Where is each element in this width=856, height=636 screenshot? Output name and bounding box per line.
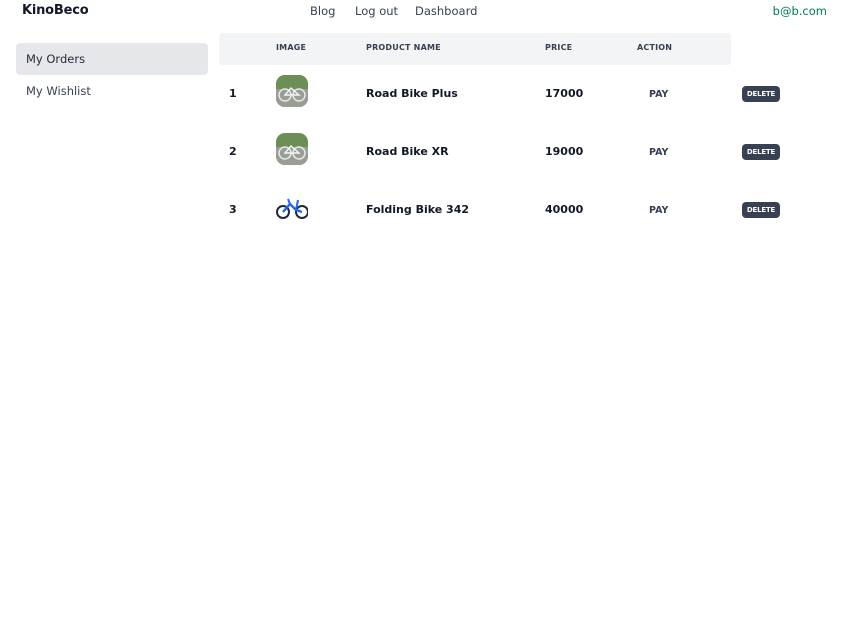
table-header: IMAGE PRODUCT NAME PRICE ACTION [219,33,731,65]
column-header-action: ACTION [637,43,673,52]
brand-logo[interactable]: KinoBeco [22,3,89,18]
table-row: 1 Road Bike Plus 17000 PAY DELETE [219,65,819,123]
sidebar-item-my-orders[interactable]: My Orders [16,43,208,75]
delete-button[interactable]: DELETE [742,144,780,160]
delete-button[interactable]: DELETE [742,202,780,218]
user-email-link[interactable]: b@b.com [773,4,827,18]
table-row: 2 Road Bike XR 19000 PAY DELETE [219,123,819,181]
pay-button[interactable]: PAY [649,205,668,216]
pay-button[interactable]: PAY [649,147,668,158]
product-image-road-bike [276,75,308,107]
orders-table: IMAGE PRODUCT NAME PRICE ACTION 1 Road B… [219,33,819,239]
nav-link-blog[interactable]: Blog [310,4,335,18]
nav-link-logout[interactable]: Log out [355,4,398,18]
row-number: 1 [229,87,237,100]
row-number: 3 [229,203,237,216]
product-name: Road Bike XR [366,145,449,158]
product-price: 19000 [545,145,584,158]
product-image-folding-bike [276,191,308,223]
column-header-image: IMAGE [276,43,307,52]
nav-link-dashboard[interactable]: Dashboard [415,4,477,18]
delete-button[interactable]: DELETE [742,86,780,102]
row-number: 2 [229,145,237,158]
column-header-product-name: PRODUCT NAME [366,43,441,52]
sidebar: My Orders My Wishlist [16,43,208,107]
product-name: Road Bike Plus [366,87,458,100]
product-image-road-bike [276,133,308,165]
product-price: 40000 [545,203,584,216]
pay-button[interactable]: PAY [649,89,668,100]
sidebar-item-my-wishlist[interactable]: My Wishlist [16,75,208,107]
product-name: Folding Bike 342 [366,203,470,216]
top-navigation-bar: KinoBeco Blog Log out Dashboard b@b.com [0,0,856,22]
table-row: 3 Folding Bike 342 40000 PAY DELETE [219,181,819,239]
product-price: 17000 [545,87,584,100]
column-header-price: PRICE [545,43,573,52]
